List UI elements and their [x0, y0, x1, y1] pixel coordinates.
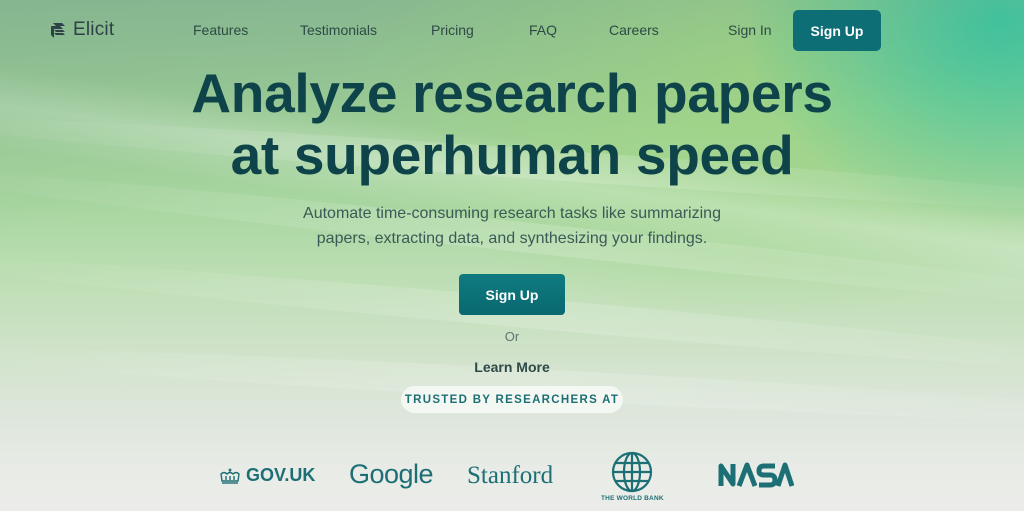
headline-line-2: at superhuman speed [230, 124, 794, 186]
subtitle-line-2: papers, extracting data, and synthesizin… [316, 230, 708, 247]
stacked-layers-icon [51, 23, 65, 38]
nasa-worm-logo [718, 462, 794, 488]
gov-uk-wordmark: GOV.UK [246, 465, 316, 485]
globe-icon [612, 451, 653, 493]
crown-icon [220, 468, 240, 484]
logo-stanford: Stanford [467, 462, 554, 489]
nav-link-pricing[interactable]: Pricing [431, 22, 474, 38]
nav-link-faq[interactable]: FAQ [529, 22, 557, 38]
learn-more-container: Learn More [0, 359, 1024, 375]
logo-gov-uk: GOV.UK [219, 465, 315, 486]
or-separator: Or [504, 329, 520, 344]
logo-google: Google [349, 459, 434, 489]
hero-sign-up-button[interactable]: Sign Up [459, 274, 565, 315]
trusted-by-badge: TRUSTED BY RESEARCHERS AT [401, 386, 623, 413]
nav-link-careers[interactable]: Careers [609, 22, 659, 38]
header-sign-up-button[interactable]: Sign Up [793, 10, 881, 51]
nav-link-features[interactable]: Features [193, 22, 248, 38]
headline-line-1: Analyze research papers [191, 62, 833, 124]
world-bank-wordmark: THE WORLD BANK [601, 495, 664, 502]
sign-in-link[interactable]: Sign In [728, 22, 772, 38]
subtitle-line-1: Automate time-consuming research tasks l… [303, 205, 721, 222]
brand-logo[interactable]: Elicit [50, 19, 114, 41]
brand-name: Elicit [73, 19, 115, 40]
hero-headline: Analyze research papers at superhuman sp… [0, 62, 1024, 186]
learn-more-link[interactable]: Learn More [474, 359, 549, 375]
logo-nasa: NASA [718, 462, 794, 488]
top-navigation: Elicit Features Testimonials Pricing FAQ… [0, 0, 1024, 62]
nav-link-testimonials[interactable]: Testimonials [300, 22, 377, 38]
logo-world-bank: THE WORLD BANK [601, 451, 664, 502]
hero-subtitle: Automate time-consuming research tasks l… [262, 201, 762, 251]
